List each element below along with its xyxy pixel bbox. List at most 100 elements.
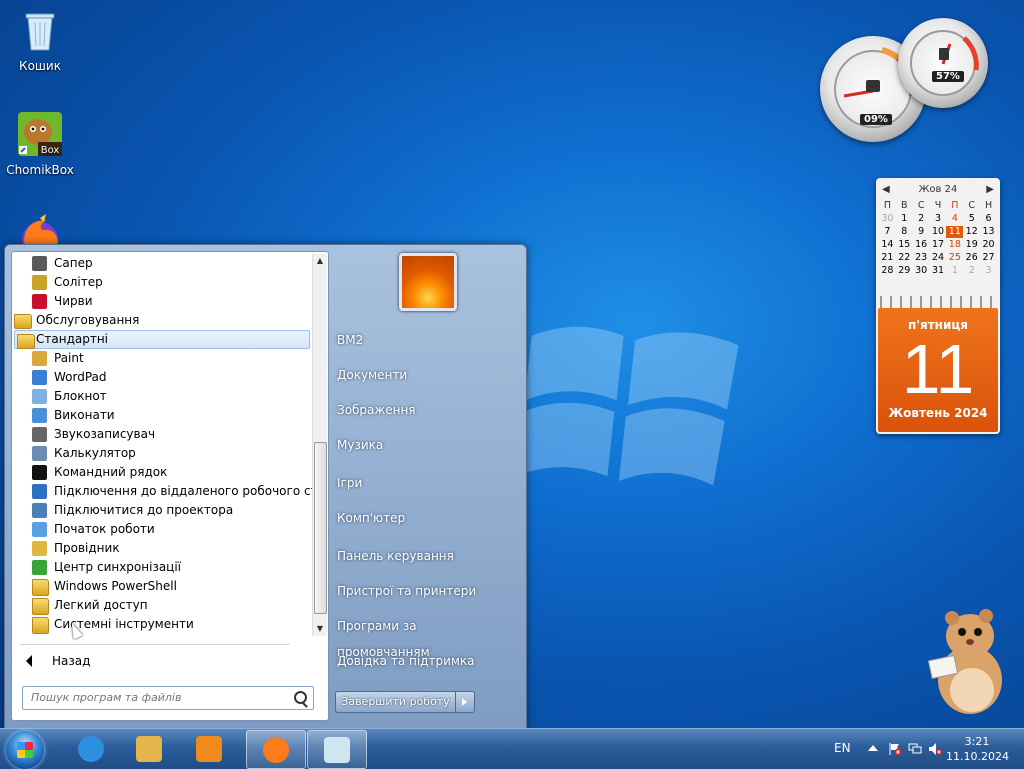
desktop-icon-chomikbox[interactable]: Box ChomikBox [0,110,80,177]
action-center-flag-icon[interactable] [888,742,902,756]
program-item[interactable]: Звукозаписувач [12,425,312,444]
right-item-games[interactable]: Ігри [337,470,513,496]
program-item[interactable]: Калькулятор [12,444,312,463]
program-item[interactable]: Paint [12,349,312,368]
program-folder[interactable]: Стандартні [14,330,310,349]
right-item-devices-printers[interactable]: Пристрої та принтери [337,578,513,604]
calendar-day[interactable]: 14 [879,239,896,251]
volume-muted-icon[interactable] [928,742,942,756]
hamster-gadget[interactable] [924,598,1008,718]
calendar-next-icon[interactable]: ▶ [986,184,994,195]
program-item[interactable]: Windows PowerShell [12,577,312,596]
search-icon[interactable] [294,691,307,704]
calendar-day[interactable]: 4 [946,213,963,225]
calendar-day[interactable]: 9 [913,226,930,238]
calendar-day[interactable]: 21 [879,252,896,264]
desktop-icon-recycle-bin[interactable]: Кошик [0,6,80,73]
scroll-up-icon[interactable]: ▲ [313,254,327,268]
taskbar-button-firefox[interactable] [246,730,306,769]
shutdown-button[interactable]: Завершити роботу [335,691,456,713]
taskbar-button-explorer[interactable] [120,730,178,767]
program-item[interactable]: Блокнот [12,387,312,406]
calendar-day[interactable]: 26 [963,252,980,264]
user-avatar[interactable] [399,253,457,311]
calendar-day[interactable]: 31 [930,265,947,277]
calendar-day[interactable]: 19 [963,239,980,251]
taskbar-button-app[interactable] [307,730,367,769]
calendar-gadget[interactable]: ◀ Жов 24 ▶ П В С Ч П С Н 30 1 2 3 4 5 6 7 8 9 10 11… [876,178,1000,434]
calendar-day[interactable]: 6 [980,213,997,225]
calendar-day[interactable]: 11 [946,226,964,238]
program-item[interactable]: Чирви [12,292,312,311]
calendar-day[interactable]: 30 [913,265,930,277]
back-button[interactable]: Назад [20,650,312,672]
scroll-down-icon[interactable]: ▼ [313,622,327,636]
program-item[interactable]: Підключення до віддаленого робочого стол… [12,482,312,501]
calendar-prev-icon[interactable]: ◀ [882,184,890,195]
program-item[interactable]: Легкий доступ [12,596,312,615]
right-item-default-programs[interactable]: Програми за промовчанням [337,613,513,659]
program-item[interactable]: Командний рядок [12,463,312,482]
calendar-day[interactable]: 3 [930,213,947,225]
program-item[interactable]: Виконати [12,406,312,425]
calendar-day[interactable]: 28 [879,265,896,277]
calendar-day[interactable]: 1 [896,213,913,225]
program-item[interactable]: Солітер [12,273,312,292]
folder-icon [14,314,32,329]
calendar-day[interactable]: 30 [879,213,896,225]
calendar-day[interactable]: 2 [913,213,930,225]
right-item-control-panel[interactable]: Панель керування [337,543,513,569]
taskbar-button-internet-explorer[interactable] [62,730,120,767]
program-item[interactable]: Центр синхронізації [12,558,312,577]
program-label: Провідник [54,541,120,555]
ram-gauge[interactable]: 57% [898,18,988,108]
calendar-day[interactable]: 7 [879,226,896,238]
search-input[interactable] [23,687,286,707]
calendar-day[interactable]: 22 [896,252,913,264]
clock[interactable]: 3:21 11.10.2024 [946,734,1009,764]
network-icon[interactable] [908,742,922,756]
calendar-day[interactable]: 18 [946,239,963,251]
right-item-documents[interactable]: Документи [337,362,513,388]
calendar-day[interactable]: 2 [963,265,980,277]
cpu-value: 09% [860,114,892,125]
program-item[interactable]: Початок роботи [12,520,312,539]
calendar-day[interactable]: 8 [896,226,913,238]
calendar-day[interactable]: 13 [980,226,997,238]
start-button[interactable] [6,731,44,769]
scrollbar-thumb[interactable] [314,442,327,614]
calendar-day[interactable]: 12 [963,226,980,238]
right-item-music[interactable]: Музика [337,432,513,458]
right-item-help-support[interactable]: Довідка та підтримка [337,648,513,674]
right-item-computer[interactable]: Комп'ютер [337,505,513,531]
show-hidden-icons-icon[interactable] [868,745,878,751]
taskbar-button-media-player[interactable] [180,730,238,767]
program-item[interactable]: Провідник [12,539,312,558]
calendar-day[interactable]: 3 [980,265,997,277]
program-item[interactable]: Системні інструменти [12,615,312,634]
calendar-day[interactable]: 16 [913,239,930,251]
shutdown-options-arrow-icon[interactable] [456,691,475,713]
folder-icon [32,598,49,615]
right-item-user[interactable]: BM2 [337,327,513,353]
program-item[interactable]: Підключитися до проектора [12,501,312,520]
calendar-day[interactable]: 29 [896,265,913,277]
calendar-day[interactable]: 20 [980,239,997,251]
calendar-day[interactable]: 1 [946,265,963,277]
calendar-day[interactable]: 15 [896,239,913,251]
calendar-day[interactable]: 23 [913,252,930,264]
program-item[interactable]: WordPad [12,368,312,387]
right-item-pictures[interactable]: Зображення [337,397,513,423]
search-box[interactable] [22,686,314,710]
calendar-day[interactable]: 10 [930,226,947,238]
calendar-day[interactable]: 5 [963,213,980,225]
back-arrow-icon [26,655,32,667]
programs-scrollbar[interactable]: ▲ ▼ [312,254,327,636]
language-indicator[interactable]: EN [834,741,851,755]
program-item[interactable]: Сапер [12,254,312,273]
calendar-day[interactable]: 24 [930,252,947,264]
calendar-day[interactable]: 25 [946,252,963,264]
calendar-day[interactable]: 27 [980,252,997,264]
calendar-day[interactable]: 17 [930,239,947,251]
program-folder[interactable]: Обслуговування [12,311,312,330]
